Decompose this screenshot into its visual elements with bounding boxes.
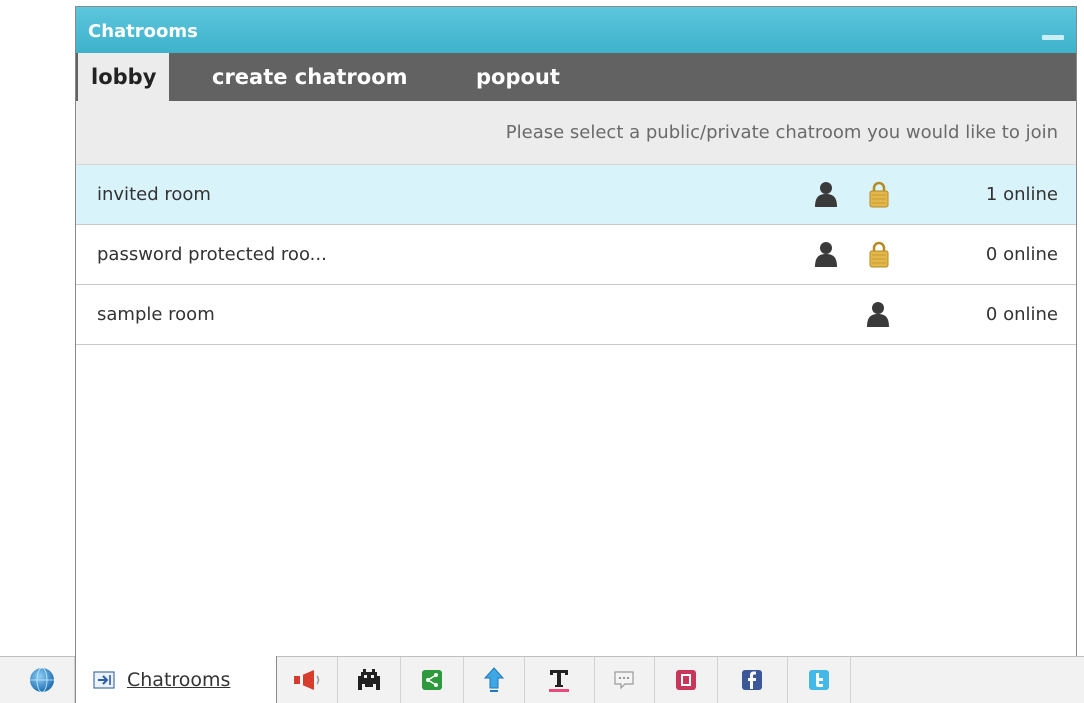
taskbar-chatrooms-tab[interactable]: Chatrooms xyxy=(75,656,277,703)
room-name: invited room xyxy=(97,184,211,205)
bookmark-icon xyxy=(675,670,696,690)
share-button[interactable] xyxy=(400,657,464,703)
announcements-button[interactable] xyxy=(276,657,338,703)
user-icon xyxy=(815,242,837,267)
games-icon xyxy=(357,669,380,690)
upload-button[interactable] xyxy=(463,657,525,703)
user-icon xyxy=(815,182,837,207)
announcement-icon xyxy=(293,670,319,690)
globe-icon xyxy=(30,667,54,693)
minimize-icon[interactable] xyxy=(1042,35,1064,40)
instructions-text: Please select a public/private chatroom … xyxy=(505,122,1058,143)
bottom-taskbar: Chatrooms xyxy=(0,656,1084,703)
lobby-instructions: Please select a public/private chatroom … xyxy=(76,101,1076,165)
room-row-password-protected[interactable]: password protected roo... 0 online xyxy=(76,225,1076,285)
tab-popout[interactable]: popout xyxy=(476,53,560,101)
taskbar-chatrooms-label: Chatrooms xyxy=(127,668,231,691)
room-online-count: 0 online xyxy=(985,244,1058,265)
lock-icon xyxy=(869,181,889,208)
user-icon xyxy=(867,302,889,327)
upload-icon xyxy=(483,667,504,692)
tab-lobby[interactable]: lobby xyxy=(78,53,170,101)
chatrooms-window: Chatrooms lobby create chatroom popout P… xyxy=(75,6,1077,657)
room-online-count: 1 online xyxy=(985,184,1058,205)
window-titlebar[interactable]: Chatrooms xyxy=(76,7,1076,53)
chat-bubble-icon xyxy=(614,671,634,690)
facebook-icon xyxy=(742,670,762,690)
room-row-sample-room[interactable]: sample room 0 online xyxy=(76,285,1076,345)
bookmark-button[interactable] xyxy=(654,657,718,703)
room-online-count: 0 online xyxy=(985,304,1058,325)
tab-bar: lobby create chatroom popout xyxy=(76,53,1076,101)
text-icon xyxy=(549,670,569,692)
lock-icon xyxy=(869,241,889,268)
chatroom-enter-icon xyxy=(93,670,115,689)
twitter-button[interactable] xyxy=(787,657,851,703)
facebook-button[interactable] xyxy=(717,657,788,703)
chat-bubble-button[interactable] xyxy=(594,657,655,703)
twitter-icon xyxy=(808,670,829,690)
room-name: password protected roo... xyxy=(97,244,327,265)
text-format-button[interactable] xyxy=(524,657,595,703)
room-row-invited-room[interactable]: invited room 1 online xyxy=(76,165,1076,225)
window-title: Chatrooms xyxy=(88,21,198,42)
tab-create-chatroom[interactable]: create chatroom xyxy=(212,53,408,101)
share-icon xyxy=(421,670,442,690)
room-name: sample room xyxy=(97,304,215,325)
globe-button[interactable] xyxy=(10,657,75,703)
games-button[interactable] xyxy=(337,657,401,703)
